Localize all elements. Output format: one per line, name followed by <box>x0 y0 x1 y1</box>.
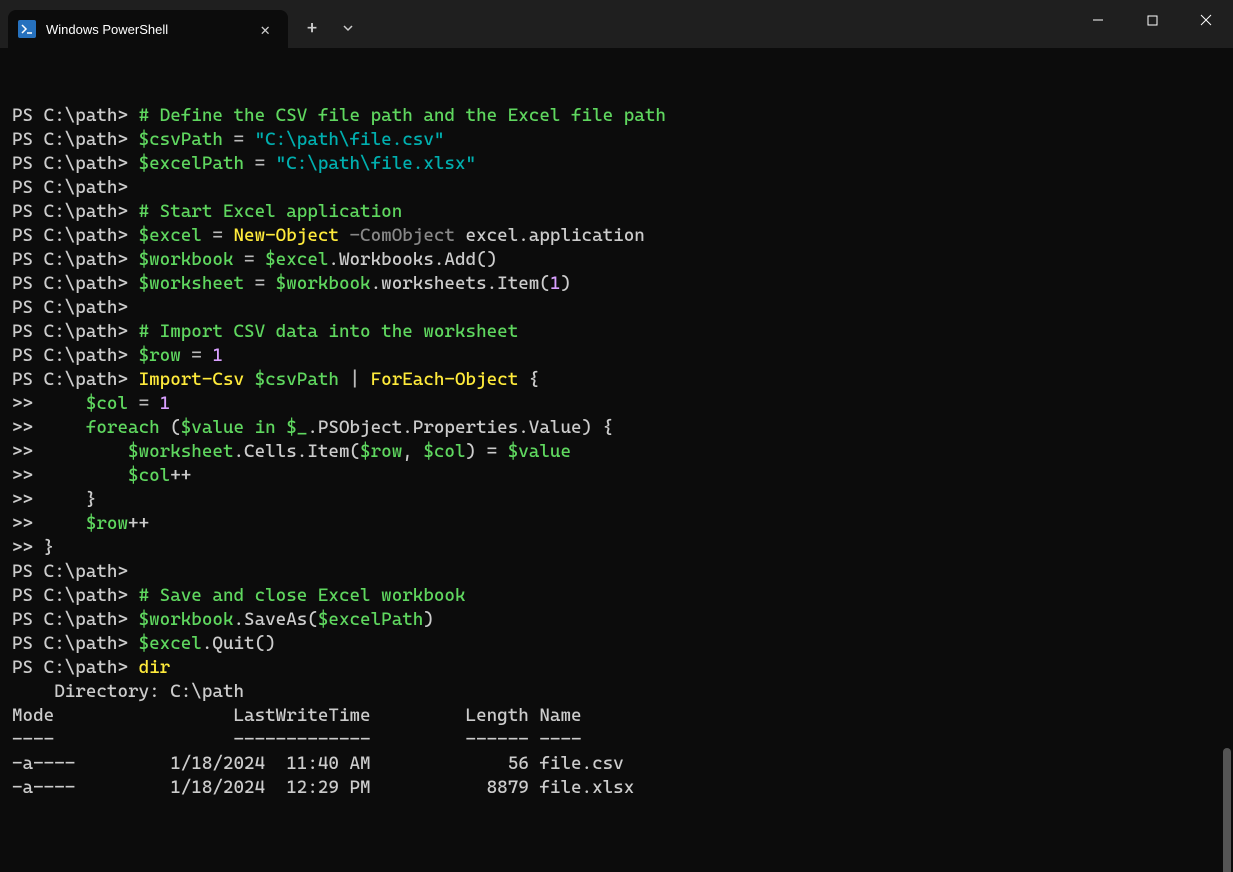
terminal-line: >> $worksheet.Cells.Item($row, $col) = $… <box>12 440 1221 464</box>
tab-title: Windows PowerShell <box>46 22 252 37</box>
output-divider: ---- ------------- ------ ---- <box>12 728 1221 752</box>
terminal-line: PS C:\path> $worksheet = $workbook.works… <box>12 272 1221 296</box>
window-controls <box>1071 0 1233 40</box>
terminal-line: >> foreach ($value in $_.PSObject.Proper… <box>12 416 1221 440</box>
titlebar: Windows PowerShell ✕ + <box>0 0 1233 48</box>
terminal-line: PS C:\path> <box>12 176 1221 200</box>
maximize-button[interactable] <box>1125 0 1179 40</box>
terminal-line: PS C:\path> # Start Excel application <box>12 200 1221 224</box>
output-row: -a---- 1/18/2024 11:40 AM 56 file.csv <box>12 752 1221 776</box>
terminal-line: PS C:\path> # Define the CSV file path a… <box>12 104 1221 128</box>
terminal-line: PS C:\path> # Save and close Excel workb… <box>12 584 1221 608</box>
terminal-line: PS C:\path> <box>12 560 1221 584</box>
terminal-line: PS C:\path> $csvPath = "C:\path\file.csv… <box>12 128 1221 152</box>
terminal-line: PS C:\path> $excel = New-Object -ComObje… <box>12 224 1221 248</box>
terminal-line: >> $row++ <box>12 512 1221 536</box>
tab-close-button[interactable]: ✕ <box>252 16 278 43</box>
terminal-line: PS C:\path> dir <box>12 656 1221 680</box>
terminal-line: PS C:\path> $workbook.SaveAs($excelPath) <box>12 608 1221 632</box>
output-row: -a---- 1/18/2024 12:29 PM 8879 file.xlsx <box>12 776 1221 800</box>
output-header: Mode LastWriteTime Length Name <box>12 704 1221 728</box>
terminal-line: >> } <box>12 488 1221 512</box>
tab-powershell[interactable]: Windows PowerShell ✕ <box>8 10 288 48</box>
terminal-line: PS C:\path> <box>12 296 1221 320</box>
tab-dropdown-button[interactable] <box>330 10 366 46</box>
terminal-line: PS C:\path> $workbook = $excel.Workbooks… <box>12 248 1221 272</box>
terminal-line: PS C:\path> # Import CSV data into the w… <box>12 320 1221 344</box>
terminal-line: PS C:\path> $excel.Quit() <box>12 632 1221 656</box>
terminal-line: >> $col++ <box>12 464 1221 488</box>
terminal-line: PS C:\path> Import-Csv $csvPath | ForEac… <box>12 368 1221 392</box>
terminal-line: >> } <box>12 536 1221 560</box>
terminal-pane[interactable]: PS C:\path> # Define the CSV file path a… <box>0 48 1233 872</box>
terminal-line: >> $col = 1 <box>12 392 1221 416</box>
terminal-line: PS C:\path> $row = 1 <box>12 344 1221 368</box>
powershell-icon <box>18 20 36 38</box>
terminal-line: PS C:\path> $excelPath = "C:\path\file.x… <box>12 152 1221 176</box>
close-button[interactable] <box>1179 0 1233 40</box>
output-line: Directory: C:\path <box>12 680 1221 704</box>
minimize-button[interactable] <box>1071 0 1125 40</box>
scrollbar[interactable] <box>1223 748 1231 872</box>
new-tab-button[interactable]: + <box>294 10 330 46</box>
